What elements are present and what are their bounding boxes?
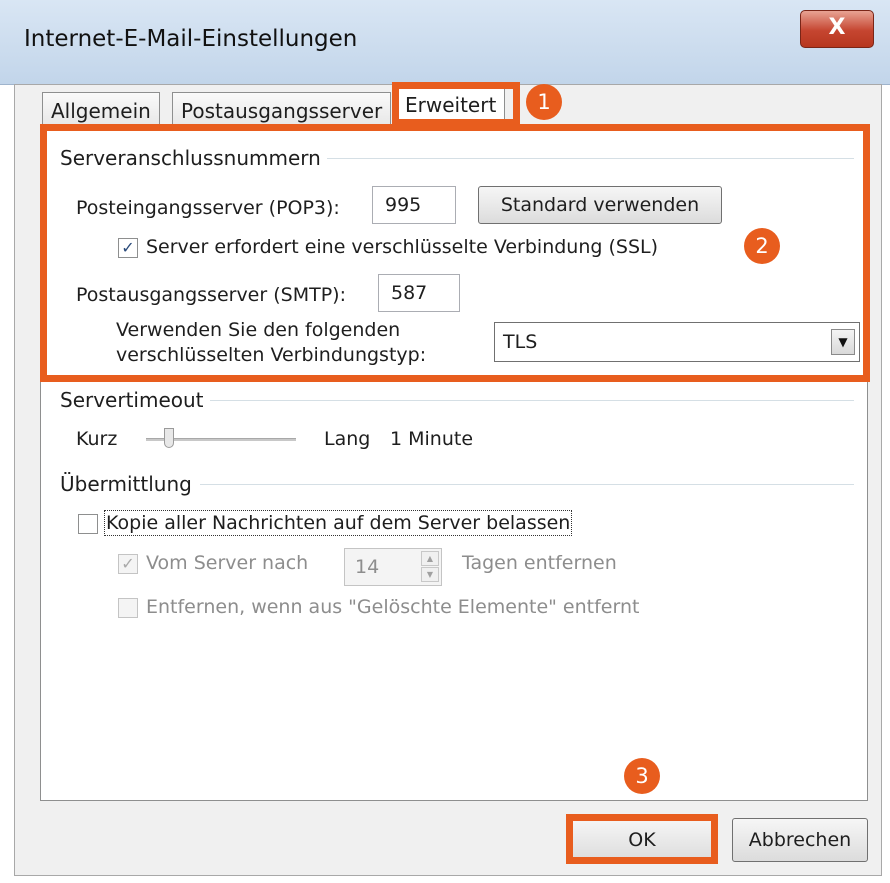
tab-panel-erweitert [40, 127, 868, 801]
timeout-long-label: Lang [324, 428, 371, 450]
use-default-button[interactable]: Standard verwenden [478, 186, 722, 224]
keep-copy-label[interactable]: Kopie aller Nachrichten auf dem Server b… [103, 510, 573, 536]
tab-allgemein[interactable]: Allgemein [42, 92, 160, 128]
encryption-type-label-line1: Verwenden Sie den folgenden [116, 319, 401, 341]
ssl-checkbox-label[interactable]: Server erfordert eine verschlüsselte Ver… [146, 236, 658, 258]
outgoing-port-input[interactable]: 587 [378, 274, 460, 312]
remove-after-label: Vom Server nach [146, 552, 309, 574]
incoming-port-input[interactable]: 995 [372, 186, 456, 224]
checkmark-icon: ✓ [121, 554, 135, 573]
tab-erweitert[interactable]: Erweitert [396, 86, 506, 128]
incoming-port-label: Posteingangsserver (POP3): [76, 197, 340, 219]
badge-step-3: 3 [624, 758, 660, 794]
spin-up-icon[interactable]: ▲ [421, 551, 439, 566]
encryption-type-select[interactable]: TLS ▼ [494, 322, 860, 362]
encryption-type-label-line2: verschlüsselten Verbindungstyp: [116, 344, 427, 366]
spin-down-icon[interactable]: ▼ [421, 567, 439, 582]
close-button[interactable]: X [800, 10, 874, 48]
remove-deleted-checkbox[interactable] [118, 598, 138, 618]
ssl-checkbox[interactable]: ✓ [118, 238, 138, 258]
timeout-short-label: Kurz [76, 428, 118, 450]
ok-button[interactable]: OK [572, 818, 712, 862]
days-spinner-value: 14 [355, 556, 380, 578]
remove-deleted-label: Entfernen, wenn aus "Gelöschte Elemente"… [146, 596, 640, 618]
group-divider [208, 400, 854, 401]
badge-step-2: 2 [744, 228, 780, 264]
days-spinner[interactable]: 14 ▲ ▼ [344, 548, 442, 586]
group-title-server-timeout: Servertimeout [60, 388, 210, 412]
window-title: Internet-E-Mail-Einstellungen [24, 26, 358, 52]
timeout-value: 1 Minute [390, 428, 474, 450]
group-divider [200, 484, 854, 485]
group-divider [318, 158, 854, 159]
badge-step-1: 1 [526, 84, 562, 120]
group-title-server-ports: Serveranschlussnummern [60, 146, 327, 170]
timeout-slider-thumb[interactable] [164, 428, 174, 448]
checkmark-icon: ✓ [121, 238, 135, 257]
close-icon: X [828, 15, 846, 40]
title-bar: Internet-E-Mail-Einstellungen X [0, 0, 890, 85]
group-title-delivery: Übermittlung [60, 472, 198, 496]
cancel-button[interactable]: Abbrechen [732, 818, 868, 862]
days-suffix-label: Tagen entfernen [462, 552, 617, 574]
outgoing-port-label: Postausgangsserver (SMTP): [76, 284, 346, 306]
spinner-buttons: ▲ ▼ [421, 551, 439, 583]
chevron-down-icon[interactable]: ▼ [831, 329, 855, 355]
encryption-type-value: TLS [503, 331, 538, 353]
remove-after-checkbox[interactable]: ✓ [118, 554, 138, 574]
keep-copy-checkbox[interactable] [78, 514, 98, 534]
tab-postausgangsserver[interactable]: Postausgangsserver [172, 92, 392, 128]
